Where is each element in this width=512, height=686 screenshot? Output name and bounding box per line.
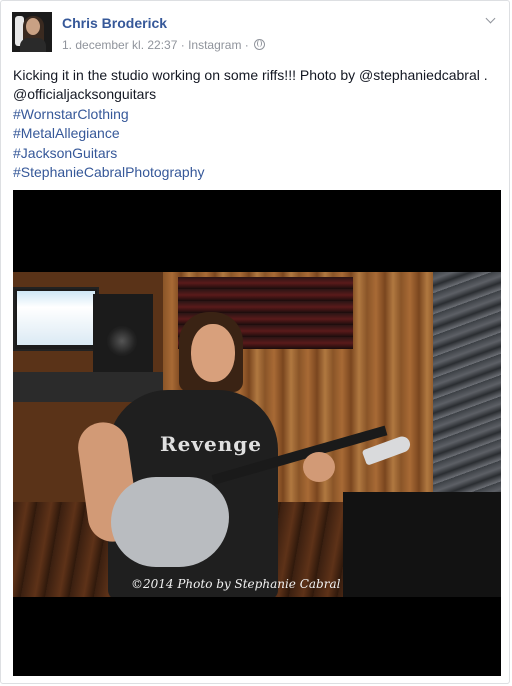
photo-watermark: ©2014 Photo by Stephanie Cabral <box>131 577 341 591</box>
shirt-print: Revenge <box>160 432 262 456</box>
avatar-face <box>26 18 40 35</box>
author-name[interactable]: Chris Broderick <box>62 15 167 31</box>
meta-separator: · <box>180 38 185 52</box>
chevron-down-icon[interactable] <box>484 14 498 28</box>
hashtag-link[interactable]: #StephanieCabralPhotography <box>13 164 204 180</box>
post-text: Kicking it in the studio working on some… <box>13 66 501 182</box>
guitarist-hand <box>303 452 335 482</box>
post-timestamp[interactable]: 1. december kl. 22:37 <box>62 38 177 52</box>
post-meta: 1. december kl. 22:37 · Instagram · <box>62 38 266 52</box>
post-text-line-2: @officialjacksonguitars <box>13 86 157 103</box>
guitarist: Revenge <box>13 272 501 597</box>
hashtag-link[interactable]: #JacksonGuitars <box>13 145 117 161</box>
globe-icon[interactable] <box>254 39 266 50</box>
facebook-post: Chris Broderick 1. december kl. 22:37 · … <box>0 0 510 684</box>
meta-separator-2: · <box>244 38 249 52</box>
hashtag-link[interactable]: #MetalAllegiance <box>13 125 120 141</box>
guitar-body <box>111 477 229 567</box>
post-header: Chris Broderick 1. december kl. 22:37 · … <box>12 12 498 56</box>
post-photo[interactable]: Revenge ©2014 Photo by Stephanie Cabral <box>13 190 501 676</box>
post-source[interactable]: Instagram <box>188 38 241 52</box>
avatar-shirt <box>20 38 46 52</box>
post-text-line-1: Kicking it in the studio working on some… <box>13 67 488 83</box>
guitarist-face <box>191 324 235 382</box>
hashtag-link[interactable]: #WornstarClothing <box>13 106 129 122</box>
photo-scene: Revenge <box>13 272 501 597</box>
avatar[interactable] <box>12 12 52 52</box>
